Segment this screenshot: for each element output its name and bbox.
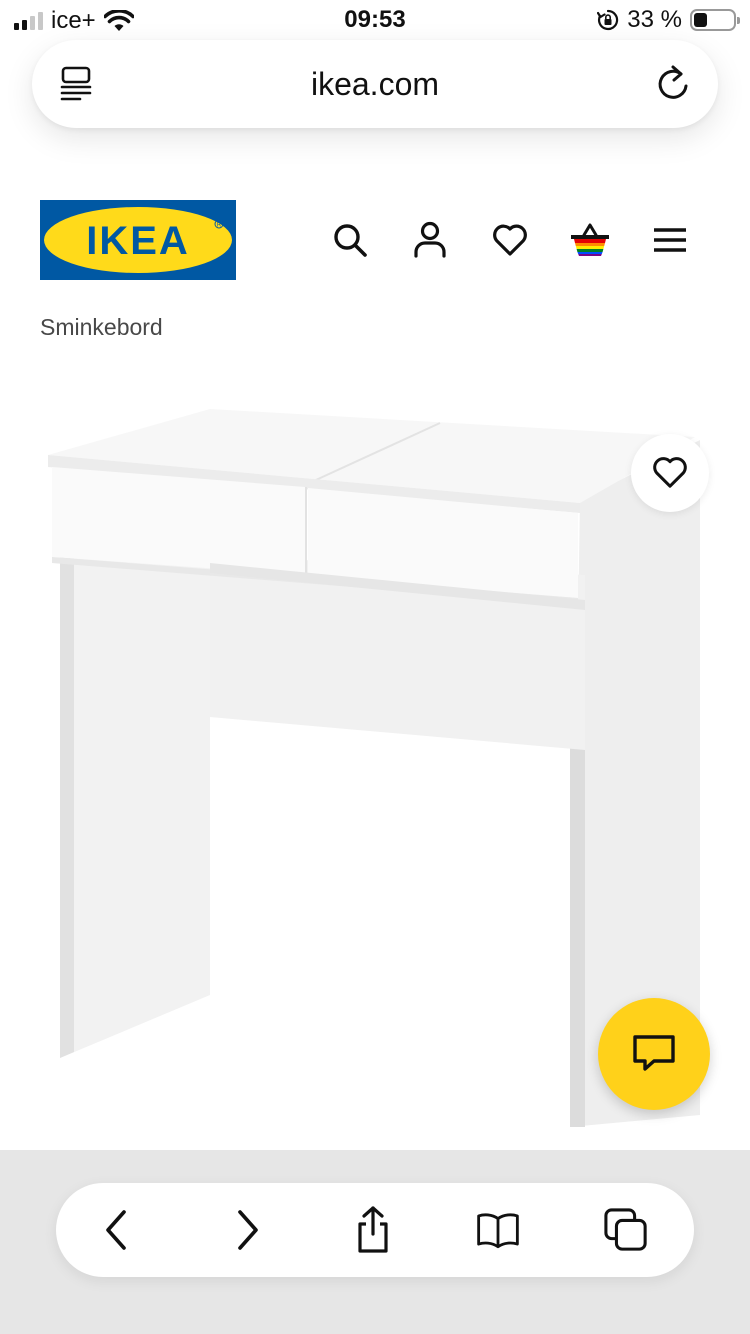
orientation-lock-icon (597, 9, 619, 31)
share-button[interactable] (351, 1206, 395, 1254)
back-button[interactable] (94, 1207, 138, 1253)
forward-icon[interactable] (236, 1210, 260, 1250)
battery-percent: 33 % (627, 6, 682, 33)
heart-icon[interactable] (651, 456, 689, 490)
back-icon[interactable] (104, 1210, 128, 1250)
battery-icon (690, 9, 740, 31)
battery-level (694, 13, 707, 27)
cart-icon[interactable] (570, 220, 610, 260)
url-text[interactable]: ikea.com (32, 66, 718, 103)
tabs-button[interactable] (604, 1207, 648, 1253)
share-icon[interactable] (353, 1206, 393, 1254)
status-right: 33 % (597, 6, 740, 34)
bookmarks-icon[interactable] (476, 1209, 520, 1251)
logo-wordmark: IKEA (86, 219, 190, 263)
forward-button[interactable] (226, 1207, 270, 1253)
bookmarks-button[interactable] (476, 1207, 520, 1253)
account-icon[interactable] (410, 220, 450, 260)
breadcrumb[interactable]: Sminkebord (40, 314, 163, 341)
browser-toolbar (56, 1183, 694, 1277)
search-icon[interactable] (330, 220, 370, 260)
reload-icon[interactable] (654, 64, 692, 104)
ikea-logo[interactable]: IKEA R (40, 200, 236, 280)
status-bar: ice+ 09:53 33 % (0, 0, 750, 40)
tabs-icon[interactable] (604, 1207, 648, 1253)
svg-text:R: R (217, 223, 222, 229)
url-bar[interactable]: ikea.com (32, 40, 718, 128)
menu-icon[interactable] (650, 220, 690, 260)
chat-button[interactable] (598, 998, 710, 1110)
favorite-button[interactable] (631, 434, 709, 512)
header-icons (330, 220, 690, 260)
favorites-icon[interactable] (490, 220, 530, 260)
chat-icon[interactable] (632, 1034, 676, 1074)
